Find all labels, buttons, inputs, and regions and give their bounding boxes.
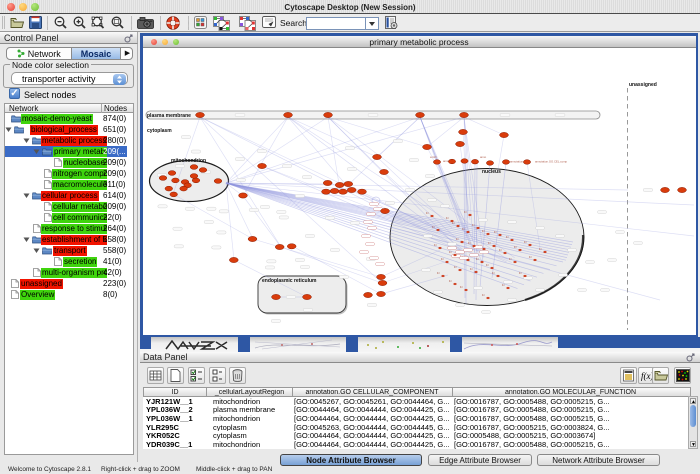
- svg-text:cytoplasm: cytoplasm: [147, 128, 172, 134]
- svg-text:endoplasmic reticulum: endoplasmic reticulum: [262, 278, 317, 284]
- svg-text:plasma membrane: plasma membrane: [147, 113, 191, 119]
- svg-text:annotation.GO.CEL.comp: annotation.GO.CEL.comp: [535, 159, 567, 163]
- svg-text:unassigned: unassigned: [629, 82, 657, 88]
- svg-text:a.GO: a.GO: [430, 155, 438, 159]
- svg-text:anno: anno: [480, 155, 487, 159]
- svg-text:mitochondrion: mitochondrion: [171, 158, 206, 164]
- svg-text:nucleus: nucleus: [482, 169, 501, 175]
